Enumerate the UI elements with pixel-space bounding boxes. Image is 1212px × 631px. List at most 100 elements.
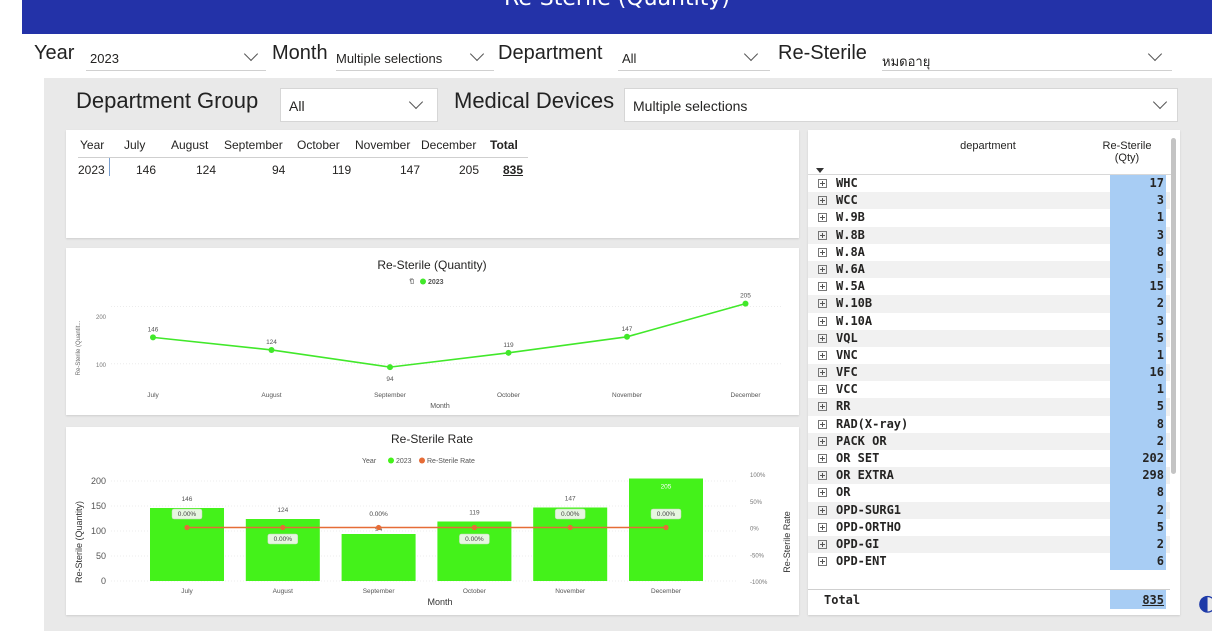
table-row[interactable]: WCC 3 xyxy=(808,192,1170,210)
department-qty: 16 xyxy=(1110,364,1166,382)
table-row[interactable]: PACK OR 2 xyxy=(808,432,1170,450)
expand-icon[interactable] xyxy=(818,333,827,343)
expand-icon[interactable] xyxy=(818,282,827,292)
expand-icon[interactable] xyxy=(818,350,827,360)
expand-icon[interactable] xyxy=(818,213,827,223)
department-name: WCC xyxy=(836,193,858,208)
bar[interactable] xyxy=(437,521,512,582)
department-qty: 5 xyxy=(1110,518,1166,536)
expand-icon[interactable] xyxy=(818,368,827,378)
rate-point[interactable] xyxy=(280,524,286,531)
expand-icon[interactable] xyxy=(818,299,827,309)
matrix-header: July xyxy=(124,138,146,152)
bar-value-label: 124 xyxy=(277,507,288,514)
expand-icon[interactable] xyxy=(818,419,827,429)
table-row[interactable]: VNC 1 xyxy=(808,346,1170,365)
department-group-slicer[interactable]: Department Group All xyxy=(76,86,444,122)
table-row[interactable]: W.9B 1 xyxy=(808,209,1170,227)
matrix-header: Year xyxy=(80,138,105,152)
expand-icon[interactable] xyxy=(818,179,827,188)
expand-icon[interactable] xyxy=(818,505,827,515)
department-table[interactable]: department Re-Sterile (Qty) WHC 17 WCC 3 W.9… xyxy=(808,130,1180,615)
department-name: OPD-GI xyxy=(836,536,880,551)
month-slicer[interactable]: Month Multiple selections xyxy=(272,42,494,72)
table-row[interactable]: OPD-SURG1 2 xyxy=(808,501,1170,519)
month-dropdown[interactable]: Multiple selections xyxy=(336,45,494,71)
expand-icon[interactable] xyxy=(818,539,827,549)
chevron-down-icon xyxy=(469,46,485,62)
table-row[interactable]: OR EXTRA 298 xyxy=(808,467,1170,485)
table-row[interactable]: W.10B 2 xyxy=(808,295,1170,313)
table-row[interactable]: W.6A 5 xyxy=(808,260,1170,279)
expand-icon[interactable] xyxy=(818,230,827,240)
resterile-slicer[interactable]: Re-Sterile หมดอายุ xyxy=(778,42,1174,72)
month-value: Multiple selections xyxy=(336,51,443,66)
year-slicer[interactable]: Year 2023 xyxy=(34,42,266,72)
rate-point[interactable] xyxy=(471,524,477,531)
table-row[interactable]: W.5A 15 xyxy=(808,278,1170,296)
rate-point[interactable] xyxy=(376,524,382,531)
column-header-qty[interactable]: Re-Sterile (Qty) xyxy=(1100,140,1154,164)
expand-icon[interactable] xyxy=(818,247,827,257)
scrollbar[interactable] xyxy=(1171,138,1176,474)
table-row[interactable]: W.8A 8 xyxy=(808,243,1170,261)
bar-value-label: 147 xyxy=(565,496,576,503)
expand-icon[interactable] xyxy=(818,196,827,206)
expand-icon[interactable] xyxy=(818,488,827,498)
rate-point[interactable] xyxy=(184,524,190,531)
expand-icon[interactable] xyxy=(818,454,827,463)
x-tick-label: September xyxy=(363,588,396,595)
data-point[interactable] xyxy=(624,333,630,340)
y-tick: 100 xyxy=(96,363,107,369)
table-row[interactable]: OPD-ORTHO 5 xyxy=(808,518,1170,536)
department-qty: 1 xyxy=(1110,209,1166,227)
table-row[interactable]: OR 8 xyxy=(808,484,1170,502)
table-row[interactable]: WHC 17 xyxy=(808,175,1170,193)
department-name: W.5A xyxy=(836,279,865,294)
rate-label: 0.00% xyxy=(178,511,197,518)
expand-icon[interactable] xyxy=(818,436,827,446)
data-point[interactable] xyxy=(505,349,512,356)
department-label: Department xyxy=(498,42,603,64)
table-row[interactable]: RR 5 xyxy=(808,398,1170,416)
rate-point[interactable] xyxy=(567,524,573,531)
department-slicer[interactable]: Department All xyxy=(498,42,772,72)
year-dropdown[interactable]: 2023 xyxy=(86,45,266,71)
table-row[interactable]: OPD-ENT 6 xyxy=(808,553,1170,571)
expand-icon[interactable] xyxy=(818,471,827,481)
bar[interactable] xyxy=(341,534,416,581)
rate-point[interactable] xyxy=(663,524,669,531)
matrix-header: December xyxy=(421,138,477,152)
expand-icon[interactable] xyxy=(818,522,827,532)
table-row[interactable]: W.10A 3 xyxy=(808,312,1170,330)
data-point[interactable] xyxy=(387,364,393,371)
table-row[interactable]: VFC 16 xyxy=(808,364,1170,382)
department-name: VFC xyxy=(836,365,858,380)
sort-desc-icon[interactable] xyxy=(816,168,824,173)
data-point[interactable] xyxy=(268,346,275,353)
department-dropdown[interactable]: All xyxy=(618,45,770,71)
medical-devices-dropdown[interactable]: Multiple selections xyxy=(624,88,1178,122)
department-group-dropdown[interactable]: All xyxy=(280,88,438,122)
department-name: VNC xyxy=(836,347,858,362)
x-tick-label: July xyxy=(181,588,193,595)
expand-icon[interactable] xyxy=(818,385,827,395)
expand-icon[interactable] xyxy=(818,264,827,274)
expand-icon[interactable] xyxy=(818,402,827,412)
quantity-line-chart[interactable]: Re-Sterile (Quantity) ปี 2023 Re-Sterile… xyxy=(66,248,799,415)
data-point[interactable] xyxy=(742,300,749,307)
table-row[interactable]: VCC 1 xyxy=(808,381,1170,399)
table-row[interactable]: VQL 5 xyxy=(808,329,1170,347)
resterile-rate-chart[interactable]: Re-Sterile Rate Year 2023 Re-Sterile Rat… xyxy=(66,427,799,615)
data-point[interactable] xyxy=(150,334,156,341)
expand-icon[interactable] xyxy=(818,316,827,326)
column-header-department[interactable]: department xyxy=(898,140,1078,152)
table-row[interactable]: RAD(X-ray) 8 xyxy=(808,415,1170,433)
table-row[interactable]: OPD-GI 2 xyxy=(808,535,1170,554)
table-row[interactable]: OR SET 202 xyxy=(808,450,1170,468)
medical-devices-slicer[interactable]: Medical Devices Multiple selections xyxy=(454,86,1180,122)
year-month-matrix[interactable]: Year July August September October Novem… xyxy=(66,130,799,238)
table-row[interactable]: W.8B 3 xyxy=(808,226,1170,244)
resterile-dropdown[interactable]: หมดอายุ xyxy=(882,45,1172,71)
expand-icon[interactable] xyxy=(818,557,827,567)
